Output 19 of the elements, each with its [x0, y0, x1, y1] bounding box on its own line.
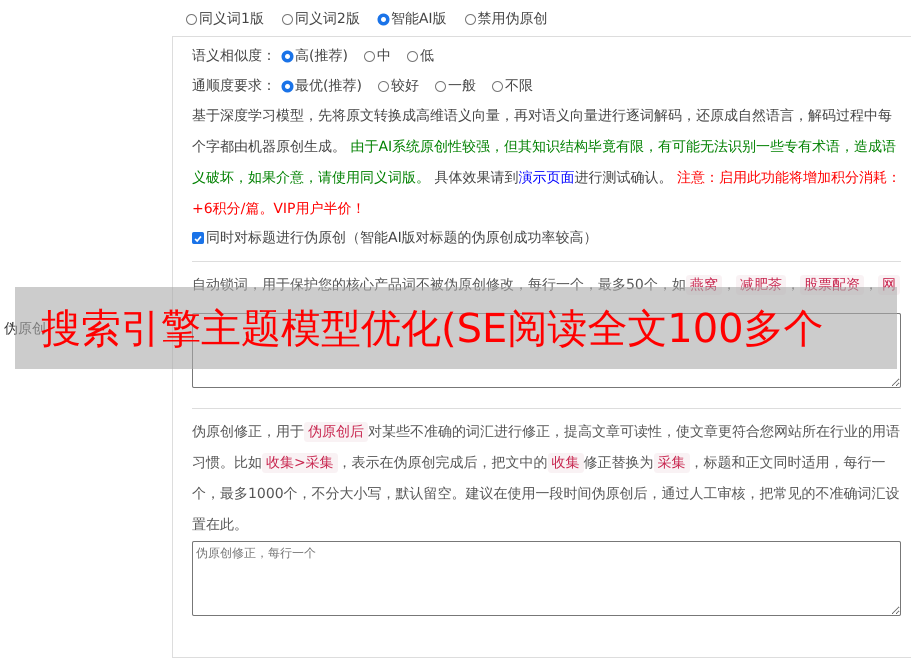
description-text: 自动锁词，用于保护您的核心产品词不被伪原创修改，每行一个，最多50个，如 燕窝 ， 减肥茶 ， 股票配资 ， 网 [192, 270, 901, 301]
option-radio[interactable]: 不限 [492, 77, 533, 95]
mode-radio[interactable]: 同义词2版 [282, 10, 360, 28]
option-radio[interactable]: 中 [364, 47, 391, 65]
title-checkbox[interactable]: 同时对标题进行伪原创（智能AI版对标题的伪原创成功率较高） [192, 225, 901, 251]
mode-radio[interactable]: 同义词1版 [186, 10, 264, 28]
mode-radio[interactable]: 智能AI版 [378, 10, 447, 28]
option-radio[interactable]: 高(推荐) [282, 47, 348, 65]
option-radio[interactable]: 较好 [378, 77, 419, 95]
setting-label: 通顺度要求： [192, 77, 276, 95]
option-radio[interactable]: 最优(推荐) [282, 77, 362, 95]
description-text: 伪原创修正，用于 伪原创后 对某些不准确的词汇进行修正，提高文章可读性，使文章更符合您网站所在行业的用语习惯。比如 收集>采集 ，表示在伪原创完成后，把文中的 收集 修正替换为 采集 ，标题和正文同时适用，每行一个，最多1000个，不分大小写，默认留空。建议在使用一段时间伪原创后，通过人工审核，把常见的不准确词汇设置在此。 [192, 421, 901, 535]
mode-radio[interactable]: 禁用伪原创 [464, 10, 548, 28]
demo-link[interactable]: 演示页面 [518, 170, 574, 186]
correction-input[interactable]: 伪原创修正，每行一个 [192, 541, 901, 616]
option-radio[interactable]: 一般 [434, 77, 476, 95]
setting-label: 语义相似度： [192, 47, 276, 65]
description-text: 基于深度学习模型，先将原文转换成高维语义向量，再对语义向量进行逐词解码，还原成自然语言，解码过程中每个字都由机器原创生成。 由于AI系统原创性较强，但其知识结构毕竟有限，有可能无法识别一些专有术语，造成语义破坏，如果介意，请使用同义词版。 具体效果请到演示页面进行测试确认。 注意：启用此功能将增加积分消耗：+6积分/篇。VIP用户半价！ [192, 107, 901, 219]
option-radio[interactable]: 低 [406, 47, 434, 65]
